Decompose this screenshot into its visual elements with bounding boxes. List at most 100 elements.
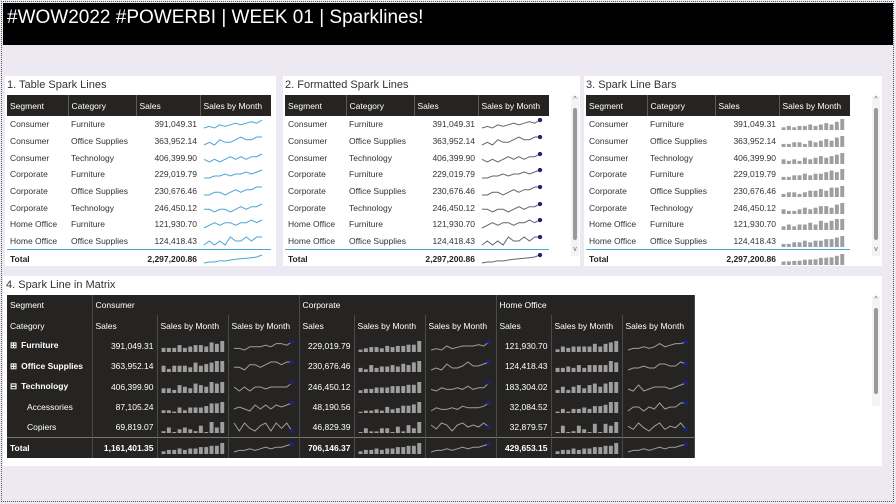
matrix-row[interactable]: ⊟ Technology 406,399.90 246,450.12 183,304.0…: [7, 376, 695, 397]
table-row[interactable]: Corporate Furniture 229,019.79: [285, 166, 549, 183]
spark-bar: [813, 240, 818, 247]
table3-col-category[interactable]: Category: [647, 95, 716, 116]
table3-panel[interactable]: 3. Spark Line Bars Segment Category Sale…: [584, 76, 882, 268]
scroll-down-icon[interactable]: v: [571, 246, 579, 254]
table3-scrollbar[interactable]: ^ v: [872, 96, 880, 256]
matrix-col-segment[interactable]: Consumer: [92, 295, 300, 316]
table3-col-segment[interactable]: Segment: [586, 95, 648, 116]
table3-col-sales[interactable]: Sales: [715, 95, 780, 116]
expand-icon[interactable]: ⊞: [10, 361, 17, 371]
table-row[interactable]: Corporate Furniture 229,019.79: [7, 166, 271, 183]
matrix-row[interactable]: ⊞ Office Supplies 363,952.14 230,676.46 124,…: [7, 356, 695, 377]
table-row[interactable]: Home Office Office Supplies 124,418.43: [285, 232, 549, 250]
table2[interactable]: Segment Category Sales Sales by Month Co…: [285, 95, 549, 268]
spark-bar: [808, 223, 813, 231]
matrix-col-segment[interactable]: Corporate: [299, 295, 497, 316]
table-row[interactable]: Consumer Office Supplies 363,952.14: [7, 133, 271, 150]
table-row[interactable]: Corporate Office Supplies 230,676.46: [285, 183, 549, 200]
matrix-row-label[interactable]: Copiers: [7, 417, 93, 438]
table2-col-category[interactable]: Category: [346, 95, 415, 116]
table-row[interactable]: Home Office Office Supplies 124,418.43: [7, 232, 271, 250]
matrix-col-value-header[interactable]: Sales: [496, 315, 552, 336]
total-empty: [346, 249, 414, 268]
table-row[interactable]: Consumer Office Supplies 363,952.14: [586, 133, 850, 150]
matrix-row-header-category[interactable]: Category: [7, 315, 93, 336]
table-row[interactable]: Corporate Technology 246,450.12: [7, 199, 271, 216]
matrix-row[interactable]: Copiers 69,819.07 46,829.39 32,879.57: [7, 417, 695, 438]
matrix-scrollbar[interactable]: ^: [872, 296, 880, 406]
matrix-col-value-header[interactable]: Sales: [299, 315, 355, 336]
matrix-col-value-header[interactable]: Sales by Month: [551, 315, 623, 336]
scroll-thumb[interactable]: [573, 108, 577, 240]
table1-panel[interactable]: 1. Table Spark Lines Segment Category Sa…: [5, 76, 276, 268]
matrix-col-value-header[interactable]: Sales: [92, 315, 158, 336]
spark-bar: [834, 187, 839, 198]
cell-segment: Consumer: [288, 152, 328, 163]
cell-sparkline: [200, 183, 271, 200]
scroll-up-icon[interactable]: ^: [872, 296, 880, 304]
table-row[interactable]: Consumer Furniture 391,049.31: [7, 116, 271, 133]
table1-col-category[interactable]: Category: [68, 95, 137, 116]
table3[interactable]: Segment Category Sales Sales by Month Co…: [586, 95, 850, 268]
table2-scrollbar[interactable]: ^ v: [571, 96, 579, 256]
matrix-row-header-segment[interactable]: Segment: [7, 295, 93, 316]
matrix-row-label[interactable]: Accessories: [7, 396, 93, 418]
table2-col-segment[interactable]: Segment: [285, 95, 347, 116]
table-row[interactable]: Home Office Office Supplies 124,418.43: [586, 232, 850, 250]
table-row[interactable]: Corporate Office Supplies 230,676.46: [7, 183, 271, 200]
matrix-row-label[interactable]: ⊞ Office Supplies: [7, 356, 93, 377]
table-row[interactable]: Consumer Technology 406,399.90: [586, 149, 850, 166]
spark-line-path: [481, 153, 541, 163]
table2-col-sales[interactable]: Sales: [414, 95, 479, 116]
table3-col-sales-by-month[interactable]: Sales by Month: [779, 95, 850, 116]
table-row[interactable]: Corporate Technology 246,450.12: [285, 199, 549, 216]
table-row[interactable]: Home Office Furniture 121,930.70: [586, 216, 850, 233]
spark-line-path: [233, 341, 292, 351]
table-row[interactable]: Consumer Furniture 391,049.31: [285, 116, 549, 133]
table2-col-sales-by-month[interactable]: Sales by Month: [478, 95, 549, 116]
spark-bar: [781, 261, 786, 265]
spark-bar: [592, 424, 597, 434]
matrix-col-value-header[interactable]: Sales by Month: [228, 315, 300, 336]
spark-bar: [797, 242, 802, 247]
matrix-row-label[interactable]: ⊟ Technology: [7, 376, 93, 397]
scroll-up-icon[interactable]: ^: [872, 96, 880, 104]
matrix[interactable]: Segment Consumer Corporate Home Office Categ…: [7, 295, 695, 459]
matrix-col-segment[interactable]: Home Office: [496, 295, 695, 316]
table-row[interactable]: Consumer Technology 406,399.90: [285, 149, 549, 166]
table-row[interactable]: Corporate Office Supplies 230,676.46: [586, 183, 850, 200]
table2-panel[interactable]: 2. Formatted Spark Lines Segment Categor…: [283, 76, 580, 268]
table-row[interactable]: Home Office Furniture 121,930.70: [285, 216, 549, 233]
scroll-thumb[interactable]: [874, 108, 878, 240]
matrix-col-value-header[interactable]: Sales by Month: [425, 315, 497, 336]
spark-line-path: [627, 443, 686, 453]
table-row[interactable]: Home Office Furniture 121,930.70: [7, 216, 271, 233]
sparkline-chart: [481, 135, 543, 146]
scroll-thumb[interactable]: [874, 308, 878, 394]
spark-line-path: [627, 422, 686, 432]
table-row[interactable]: Corporate Technology 246,450.12: [586, 199, 850, 216]
table-row[interactable]: Consumer Furniture 391,049.31: [586, 116, 850, 133]
scroll-up-icon[interactable]: ^: [571, 96, 579, 104]
table1-col-sales-by-month[interactable]: Sales by Month: [200, 95, 271, 116]
collapse-icon[interactable]: ⊟: [10, 381, 17, 391]
table-row[interactable]: Consumer Office Supplies 363,952.14: [285, 133, 549, 150]
table1-col-segment[interactable]: Segment: [7, 95, 69, 116]
spark-bar: [555, 368, 559, 373]
matrix-col-value-header[interactable]: Sales by Month: [622, 315, 695, 336]
matrix-row-label[interactable]: ⊞ Furniture: [7, 335, 93, 357]
matrix-row[interactable]: ⊞ Furniture 391,049.31 229,019.79 121,930.70: [7, 335, 695, 357]
scroll-down-icon[interactable]: v: [872, 246, 880, 254]
matrix-col-value-header[interactable]: Sales by Month: [354, 315, 426, 336]
table1[interactable]: Segment Category Sales Sales by Month Co…: [7, 95, 271, 268]
sparkline-chart: [627, 442, 688, 453]
matrix-row[interactable]: Accessories 87,105.24 48,190.56 32,084.52: [7, 396, 695, 418]
expand-icon[interactable]: ⊞: [10, 340, 17, 350]
matrix-panel[interactable]: 4. Spark Line in Matrix Segment Consumer C…: [3, 276, 882, 466]
matrix-col-value-header[interactable]: Sales by Month: [157, 315, 229, 336]
cell-sparkline: [478, 149, 549, 166]
table-row[interactable]: Corporate Furniture 229,019.79: [586, 166, 850, 183]
table1-col-sales[interactable]: Sales: [136, 95, 201, 116]
spark-bar: [608, 381, 613, 393]
table-row[interactable]: Consumer Technology 406,399.90: [7, 149, 271, 166]
